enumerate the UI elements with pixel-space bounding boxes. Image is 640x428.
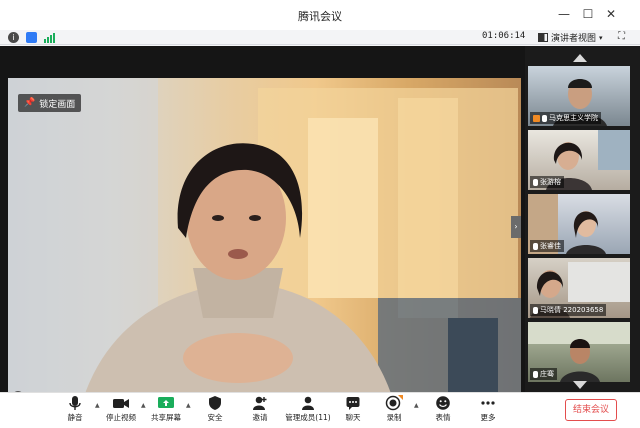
pin-icon: 📌 bbox=[24, 98, 36, 108]
participant-name: 马晓倩 220203658 bbox=[540, 306, 604, 314]
participant-label: 马晓倩 220203658 bbox=[530, 304, 607, 316]
mic-icon bbox=[533, 306, 538, 314]
layout-icon bbox=[538, 33, 548, 42]
fullscreen-icon[interactable]: ⛶ bbox=[618, 31, 625, 42]
more-button[interactable]: 更多 bbox=[466, 395, 510, 425]
more-label: 更多 bbox=[480, 413, 496, 422]
end-meeting-button[interactable]: 结束会议 bbox=[565, 399, 617, 421]
manage-members-button[interactable]: 管理成员(11) bbox=[284, 395, 332, 425]
info-bar: i 01:06:14 演讲者视图 ▾ ⛶ bbox=[0, 30, 640, 45]
security-label: 安全 bbox=[207, 413, 223, 422]
participant-tile[interactable]: 庄骞 bbox=[528, 322, 630, 382]
share-screen-label: 共享屏幕 bbox=[151, 413, 181, 422]
collapse-strip-button[interactable]: › bbox=[511, 216, 521, 238]
shield-icon bbox=[209, 396, 221, 410]
participant-tile[interactable]: 张睿佳 bbox=[528, 194, 630, 254]
share-screen-icon bbox=[158, 397, 174, 408]
microphone-icon bbox=[69, 396, 81, 410]
participant-name: 张游榕 bbox=[540, 178, 561, 186]
manage-members-label: 管理成员(11) bbox=[285, 413, 331, 422]
record-options-caret-icon[interactable]: ▲ bbox=[414, 402, 419, 409]
video-stage: 📌 锁定画面 › 马克思主义学院 张游榕 张睿佳 马晓倩 220203658 庄… bbox=[0, 46, 640, 418]
participant-label: 马克思主义学院 bbox=[530, 112, 601, 124]
maximize-button[interactable]: ☐ bbox=[580, 6, 596, 22]
reactions-label: 表情 bbox=[435, 413, 451, 422]
invite-button[interactable]: 邀请 bbox=[238, 395, 282, 425]
scroll-down-arrow-icon[interactable] bbox=[573, 381, 587, 389]
meeting-timer: 01:06:14 bbox=[482, 31, 526, 41]
record-button[interactable]: 录制 bbox=[372, 395, 416, 425]
members-icon bbox=[302, 396, 314, 410]
lock-view-button[interactable]: 📌 锁定画面 bbox=[18, 94, 82, 112]
close-button[interactable]: ✕ bbox=[603, 6, 619, 22]
mute-button[interactable]: 静音 bbox=[53, 395, 97, 425]
layout-label: 演讲者视图 bbox=[551, 34, 597, 44]
chat-label: 聊天 bbox=[345, 413, 361, 422]
layout-switch-button[interactable]: 演讲者视图 ▾ bbox=[538, 31, 603, 44]
participant-name: 马克思主义学院 bbox=[549, 114, 598, 122]
minimize-button[interactable]: — bbox=[556, 6, 572, 22]
mic-icon bbox=[542, 114, 547, 122]
record-label: 录制 bbox=[386, 413, 402, 422]
participant-strip: 马克思主义学院 张游榕 张睿佳 马晓倩 220203658 庄骞 bbox=[525, 46, 640, 392]
participant-name: 庄骞 bbox=[540, 370, 554, 378]
more-dots-icon bbox=[481, 401, 495, 405]
add-user-icon bbox=[253, 396, 267, 410]
stop-video-label: 停止视频 bbox=[106, 413, 136, 422]
camera-icon bbox=[113, 399, 129, 408]
meeting-toolbar: 静音 ▲ 停止视频 ▲ 共享屏幕 ▲ 安全 邀请 管理成员(11) 聊天 录制 … bbox=[0, 392, 640, 428]
participant-label: 庄骞 bbox=[530, 368, 557, 380]
participant-name: 张睿佳 bbox=[540, 242, 561, 250]
reactions-button[interactable]: 表情 bbox=[421, 395, 465, 425]
mic-icon bbox=[533, 370, 538, 378]
participant-tile[interactable]: 马克思主义学院 bbox=[528, 66, 630, 126]
scroll-up-arrow-icon[interactable] bbox=[573, 54, 587, 62]
chat-icon bbox=[346, 397, 360, 410]
participant-label: 张游榕 bbox=[530, 176, 564, 188]
main-speaker-video: 📌 锁定画面 bbox=[8, 78, 521, 418]
stop-video-button[interactable]: 停止视频 bbox=[99, 395, 143, 425]
mute-label: 静音 bbox=[67, 413, 83, 422]
share-options-caret-icon[interactable]: ▲ bbox=[186, 402, 191, 409]
record-icon bbox=[385, 395, 403, 411]
participant-tile[interactable]: 张游榕 bbox=[528, 130, 630, 190]
signal-icon[interactable] bbox=[44, 33, 55, 43]
security-button[interactable]: 安全 bbox=[193, 395, 237, 425]
info-icon[interactable]: i bbox=[8, 32, 19, 43]
participant-tile[interactable]: 马晓倩 220203658 bbox=[528, 258, 630, 318]
mic-icon bbox=[533, 178, 538, 186]
participant-label: 张睿佳 bbox=[530, 240, 564, 252]
shield-icon[interactable] bbox=[26, 32, 37, 43]
window-title: 腾讯会议 bbox=[298, 10, 342, 23]
chevron-down-icon: ▾ bbox=[599, 33, 603, 42]
chat-button[interactable]: 聊天 bbox=[331, 395, 375, 425]
host-icon bbox=[533, 114, 540, 122]
speaker-video-frame bbox=[8, 78, 521, 418]
title-bar: 腾讯会议 — ☐ ✕ bbox=[0, 0, 640, 30]
smiley-icon bbox=[436, 396, 450, 410]
mic-icon bbox=[533, 242, 538, 250]
invite-label: 邀请 bbox=[252, 413, 268, 422]
share-screen-button[interactable]: 共享屏幕 bbox=[144, 395, 188, 425]
lock-view-label: 锁定画面 bbox=[39, 99, 76, 110]
meeting-window: 腾讯会议 — ☐ ✕ i 01:06:14 演讲者视图 ▾ ⛶ 📌 锁定画面 ›… bbox=[0, 0, 640, 428]
